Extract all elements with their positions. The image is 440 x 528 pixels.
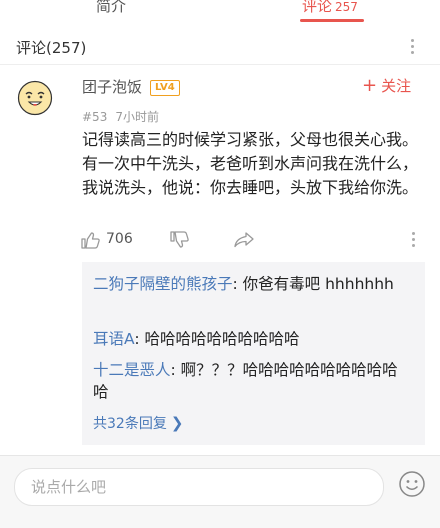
comment-floor: #53: [82, 110, 108, 124]
divider: [0, 64, 440, 65]
reply-username[interactable]: 十二是恶人: [93, 361, 171, 379]
user-level-badge: LV4: [150, 80, 180, 96]
comment-more-icon[interactable]: [410, 232, 416, 250]
reply-text: : 哈哈哈哈哈哈哈哈哈哈: [134, 330, 300, 348]
tab-comments-count: 257: [335, 0, 358, 14]
view-all-replies-link[interactable]: 共32条回复 ❯: [93, 413, 183, 433]
plus-icon: +: [362, 75, 378, 96]
view-all-replies-label: 共32条回复: [93, 416, 167, 432]
thumbs-up-icon[interactable]: [80, 230, 100, 250]
thumbs-down-icon[interactable]: [169, 230, 189, 250]
reply-item[interactable]: 二狗子隔壁的熊孩子: 你爸有毒吧 hhhhhhh: [93, 273, 413, 295]
comment-input[interactable]: [29, 477, 363, 497]
replies-panel: 二狗子隔壁的熊孩子: 你爸有毒吧 hhhhhhh 耳语A: 哈哈哈哈哈哈哈哈哈哈…: [82, 262, 425, 445]
follow-label: 关注: [381, 77, 412, 95]
tab-comments[interactable]: 评论 257: [302, 0, 358, 16]
reply-username[interactable]: 二狗子隔壁的熊孩子: [93, 275, 233, 293]
more-options-icon[interactable]: [409, 39, 415, 57]
reply-item[interactable]: 耳语A: 哈哈哈哈哈哈哈哈哈哈: [93, 328, 413, 350]
like-count: 706: [106, 231, 133, 247]
reply-text: : 你爸有毒吧 hhhhhhh: [232, 275, 394, 293]
follow-button[interactable]: + 关注: [362, 75, 411, 96]
comment-username[interactable]: 团子泡饭: [82, 76, 142, 97]
tab-bar: 简介 评论 257: [0, 0, 440, 22]
reply-username[interactable]: 耳语A: [93, 330, 134, 348]
comment-time: 7小时前: [115, 110, 159, 124]
active-tab-indicator: [300, 19, 364, 22]
tab-intro[interactable]: 简介: [96, 0, 126, 16]
comment-meta: #53 7小时前: [82, 108, 159, 125]
chevron-right-icon: ❯: [170, 414, 184, 432]
comments-header: 评论(257): [0, 30, 440, 64]
tab-comments-label: 评论: [302, 0, 333, 15]
comment-content: 记得读高三的时候学习紧张，父母也很关心我。有一次中午洗头，老爸听到水声问我在洗什…: [82, 130, 419, 197]
comment-actions: 706: [80, 228, 430, 252]
avatar[interactable]: [17, 80, 53, 116]
reply-item[interactable]: 十二是恶人: 啊？？？哈哈哈哈哈哈哈哈哈哈哈: [93, 359, 413, 403]
share-icon[interactable]: [233, 230, 255, 250]
comments-section-title: 评论(257): [16, 39, 87, 57]
comment-input-container: [14, 468, 384, 506]
comment-input-bar: [0, 455, 440, 528]
smiley-icon[interactable]: [398, 470, 426, 498]
